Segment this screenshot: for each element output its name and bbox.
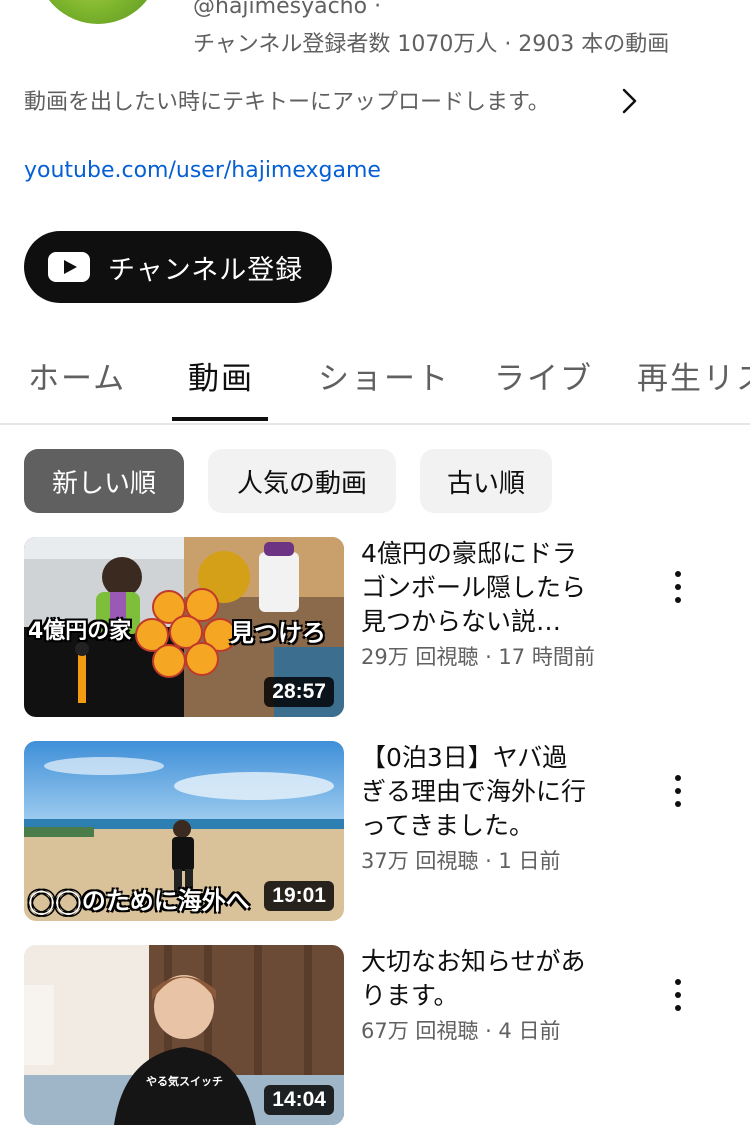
video-title-line: ってきました。 [361,811,535,840]
tab-shorts[interactable]: ショート [318,353,450,398]
video-duration: 28:57 [264,677,334,707]
channel-description-row[interactable]: 動画を出したい時にテキトーにアップロードします。 [24,84,730,116]
thumbnail-caption: ◯◯のために海外へ [28,887,250,915]
video-title-line: 大切なお知らせがあ [361,947,586,976]
video-thumbnail[interactable]: ◯◯のために海外へ 19:01 [24,741,344,921]
channel-stats: チャンネル登録者数 1070万人 · 2903 本の動画 [193,32,670,57]
video-item[interactable]: 4億円の家 見つけろ 28:57 4億円の豪邸にドラ ゴンボール隠したら 見つか… [24,537,730,717]
subscribe-button[interactable]: チャンネル登録 [24,231,332,303]
video-item[interactable]: ◯◯のために海外へ 19:01 【0泊3日】ヤバ過 ぎる理由で海外に行 ってきま… [24,741,730,921]
chip-newest[interactable]: 新しい順 [24,449,184,513]
more-vert-icon[interactable] [660,771,696,811]
tab-playlists[interactable]: 再生リス [637,353,750,398]
video-duration: 14:04 [264,1085,334,1115]
tab-live[interactable]: ライブ [494,353,593,398]
active-tab-indicator [172,417,268,421]
video-title-line: ゴンボール隠したら [361,573,587,602]
video-title[interactable]: 4億円の豪邸にドラ ゴンボール隠したら 見つからない説… [361,537,631,639]
video-thumbnail[interactable]: やる気スイッチ 14:04 [24,945,344,1125]
video-title-line: 【0泊3日】ヤバ過 [361,743,568,772]
video-title-line: 見つからない説… [361,607,562,636]
video-item[interactable]: やる気スイッチ 14:04 大切なお知らせがあ ります。 67万 回視聴 · 4… [24,945,730,1125]
video-title[interactable]: 【0泊3日】ヤバ過 ぎる理由で海外に行 ってきました。 [361,741,631,843]
channel-description: 動画を出したい時にテキトーにアップロードします。 [24,90,550,115]
shirt-print-text: やる気スイッチ [146,1075,223,1088]
chevron-right-icon [622,88,637,114]
video-title-line: ぎる理由で海外に行 [361,777,587,806]
video-title-line: 4億円の豪邸にドラ [361,539,577,568]
video-title[interactable]: 大切なお知らせがあ ります。 [361,945,631,1013]
more-vert-icon[interactable] [660,567,696,607]
youtube-logo-icon [48,252,90,282]
video-meta: 29万 回視聴 · 17 時間前 [361,645,595,669]
chip-oldest[interactable]: 古い順 [420,449,552,513]
video-thumbnail[interactable]: 4億円の家 見つけろ 28:57 [24,537,344,717]
chip-popular[interactable]: 人気の動画 [208,449,396,513]
video-title-line: ります。 [361,981,459,1010]
thumbnail-caption-right: 見つけろ [230,619,326,647]
more-vert-icon[interactable] [660,975,696,1015]
video-meta: 67万 回視聴 · 4 日前 [361,1019,561,1043]
channel-avatar[interactable] [36,0,160,24]
subscribe-label: チャンネル登録 [108,254,304,286]
thumbnail-caption-left: 4億円の家 [28,619,132,644]
channel-link[interactable]: youtube.com/user/hajimexgame [24,158,381,183]
tab-videos[interactable]: 動画 [188,353,254,398]
video-meta: 37万 回視聴 · 1 日前 [361,849,561,873]
channel-tabs: ホーム 動画 ショート ライブ 再生リス [0,335,750,425]
channel-handle: @hajimesyacho · [193,0,382,19]
tab-home[interactable]: ホーム [28,353,126,398]
video-duration: 19:01 [264,881,334,911]
